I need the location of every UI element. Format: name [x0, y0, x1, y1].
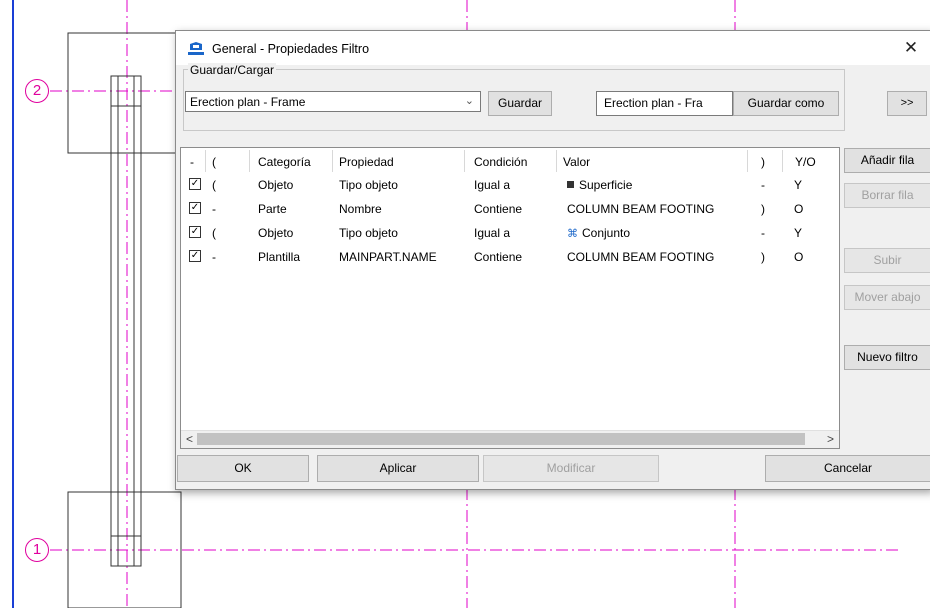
row-close-paren[interactable]: )	[761, 250, 765, 264]
table-row[interactable]: ✓ ( Objeto Tipo objeto Igual a ⌘ Conjunto…	[181, 222, 831, 244]
row-andor[interactable]: O	[794, 250, 803, 264]
header-value: Valor	[563, 155, 591, 169]
header-minus: -	[190, 155, 194, 169]
row-condition[interactable]: Contiene	[474, 202, 522, 216]
row-category[interactable]: Objeto	[258, 178, 293, 192]
row-value: Superficie	[579, 178, 633, 192]
header-category: Categoría	[258, 155, 311, 169]
table-row[interactable]: ✓ ( Objeto Tipo objeto Igual a Superfici…	[181, 174, 831, 196]
row-category[interactable]: Parte	[258, 202, 287, 216]
delete-row-button[interactable]: Borrar fila	[844, 183, 930, 208]
row-open-paren[interactable]: (	[212, 178, 216, 192]
move-up-button[interactable]: Subir	[844, 248, 930, 273]
row-condition[interactable]: Igual a	[474, 178, 510, 192]
row-category[interactable]: Plantilla	[258, 250, 300, 264]
row-andor[interactable]: O	[794, 202, 803, 216]
assembly-icon: ⌘	[567, 228, 578, 240]
header-paren-close: )	[761, 155, 765, 169]
filter-properties-dialog: General - Propiedades Filtro ✕ Guardar/C…	[175, 30, 930, 490]
ok-button[interactable]: OK	[177, 455, 309, 482]
header-andor: Y/O	[795, 155, 816, 169]
save-button[interactable]: Guardar	[488, 91, 552, 116]
new-filter-button[interactable]: Nuevo filtro	[844, 345, 930, 370]
row-close-paren[interactable]: -	[761, 178, 765, 192]
preset-dropdown-value: Erection plan - Frame	[190, 95, 306, 109]
tekla-app-icon	[188, 42, 204, 55]
save-load-group-label: Guardar/Cargar	[188, 63, 277, 77]
preset-dropdown[interactable]: Erection plan - Frame ⌄	[185, 91, 481, 112]
expand-button[interactable]: >>	[887, 91, 927, 116]
close-button[interactable]: ✕	[897, 35, 925, 61]
table-row[interactable]: ✓ - Parte Nombre Contiene COLUMN BEAM FO…	[181, 198, 831, 220]
table-header-row: - ( Categoría Propiedad Condición Valor …	[181, 150, 831, 172]
row-condition[interactable]: Contiene	[474, 250, 522, 264]
cancel-button[interactable]: Cancelar	[765, 455, 930, 482]
row-close-paren[interactable]: )	[761, 202, 765, 216]
row-checkbox[interactable]: ✓	[189, 202, 201, 214]
row-close-paren[interactable]: -	[761, 226, 765, 240]
header-condition: Condición	[474, 155, 528, 169]
row-property[interactable]: Tipo objeto	[339, 178, 398, 192]
surface-icon	[567, 181, 574, 188]
row-property[interactable]: MAINPART.NAME	[339, 250, 437, 264]
header-property: Propiedad	[339, 155, 394, 169]
row-open-paren[interactable]: (	[212, 226, 216, 240]
row-value-cell[interactable]: Superficie	[567, 178, 632, 192]
modify-button[interactable]: Modificar	[483, 455, 659, 482]
row-value[interactable]: COLUMN BEAM FOOTING	[567, 202, 714, 216]
row-open-paren[interactable]: -	[212, 202, 216, 216]
row-open-paren[interactable]: -	[212, 250, 216, 264]
scrollbar-thumb[interactable]	[197, 433, 805, 445]
horizontal-scrollbar[interactable]: < >	[181, 430, 839, 448]
row-category[interactable]: Objeto	[258, 226, 293, 240]
row-property[interactable]: Nombre	[339, 202, 382, 216]
dialog-titlebar[interactable]: General - Propiedades Filtro ✕	[176, 31, 930, 65]
row-checkbox[interactable]: ✓	[189, 250, 201, 262]
row-checkbox[interactable]: ✓	[189, 226, 201, 238]
apply-button[interactable]: Aplicar	[317, 455, 479, 482]
scroll-left-icon[interactable]: <	[186, 432, 193, 446]
add-row-button[interactable]: Añadir fila	[844, 148, 930, 173]
row-value-cell[interactable]: ⌘ Conjunto	[567, 226, 630, 240]
filter-table[interactable]: - ( Categoría Propiedad Condición Valor …	[180, 147, 840, 449]
table-row[interactable]: ✓ - Plantilla MAINPART.NAME Contiene COL…	[181, 246, 831, 268]
dialog-title: General - Propiedades Filtro	[212, 42, 370, 56]
grid-label-1: 1	[25, 538, 49, 562]
save-as-button[interactable]: Guardar como	[733, 91, 839, 116]
save-as-input[interactable]: Erection plan - Fra	[596, 91, 733, 116]
row-condition[interactable]: Igual a	[474, 226, 510, 240]
move-down-button[interactable]: Mover abajo	[844, 285, 930, 310]
grid-label-2: 2	[25, 79, 49, 103]
header-paren-open: (	[212, 155, 216, 169]
row-andor[interactable]: Y	[794, 226, 802, 240]
scroll-right-icon[interactable]: >	[827, 432, 834, 446]
row-checkbox[interactable]: ✓	[189, 178, 201, 190]
row-andor[interactable]: Y	[794, 178, 802, 192]
row-value[interactable]: COLUMN BEAM FOOTING	[567, 250, 714, 264]
row-property[interactable]: Tipo objeto	[339, 226, 398, 240]
row-value: Conjunto	[582, 226, 631, 240]
chevron-down-icon: ⌄	[464, 95, 474, 107]
